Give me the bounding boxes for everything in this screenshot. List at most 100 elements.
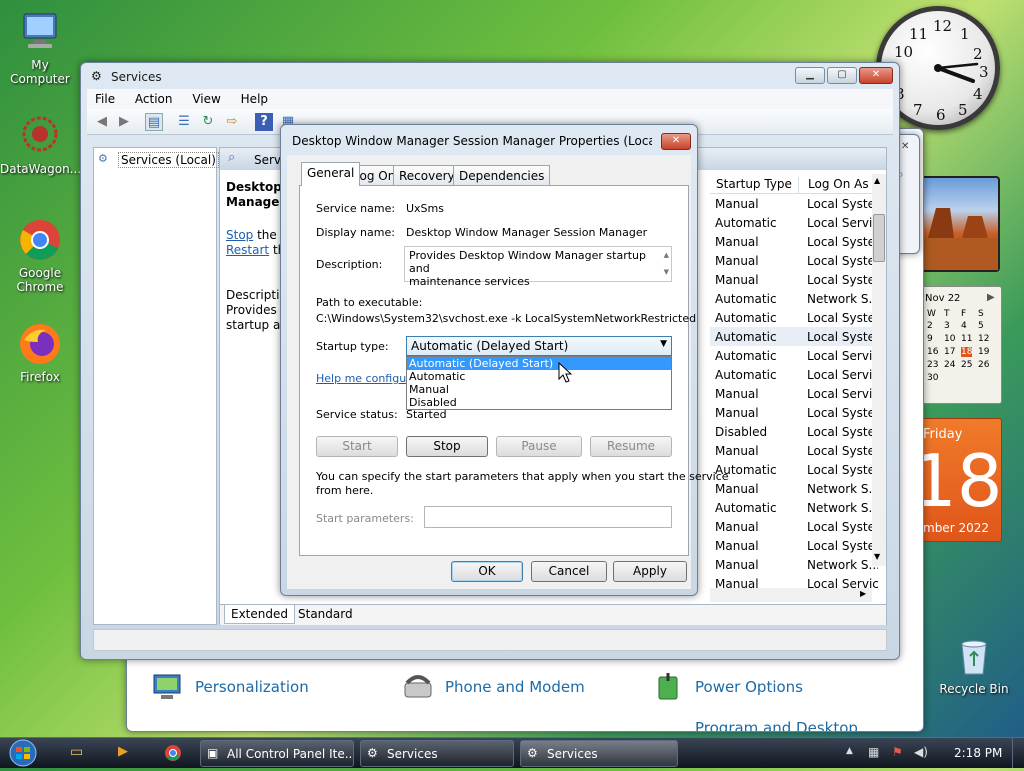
restart-service-link[interactable]: Restart [226,243,269,257]
table-row[interactable]: Automatic Network S... [710,289,878,308]
forward-arrow-icon[interactable]: ▶ [115,113,133,131]
table-row[interactable]: Manual Local Syste... [710,441,878,460]
volume-icon[interactable]: ◀) [914,745,928,759]
desktop-icon-google-chrome[interactable]: Google Chrome [0,218,80,294]
table-row[interactable]: Manual Local Syste... [710,194,878,213]
desktop-icon-my-computer[interactable]: My Computer [0,10,80,86]
console-tree-icon[interactable]: ▤ [145,113,163,131]
apply-button[interactable]: Apply [613,561,687,582]
scroll-right-arrow-icon[interactable]: ▶ [860,589,866,598]
menu-action[interactable]: Action [127,89,181,109]
table-row[interactable]: Automatic Local Servic [710,346,878,365]
action-center-icon[interactable]: ⚑ [892,745,903,759]
explorer-icon[interactable]: ▭ [70,744,83,760]
table-row[interactable]: Manual Local Syste... [710,536,878,555]
back-arrow-icon[interactable]: ◀ [93,113,111,131]
menu-help[interactable]: Help [233,89,276,109]
desktop-icon-label: Firefox [20,370,60,384]
services-titlebar[interactable]: ⚙ Services [81,63,899,89]
task-control-panel[interactable]: ▣ All Control Panel Ite... [200,740,354,767]
table-row[interactable]: Manual Local Servic [710,384,878,403]
startup-type-dropdown[interactable]: Automatic (Delayed Start) Automatic Manu… [406,356,672,410]
menu-file[interactable]: File [87,89,123,109]
date-gadget[interactable]: Friday 18 mber 2022 [911,418,1003,542]
properties-icon[interactable]: ☰ [175,113,193,131]
start-params-input[interactable] [424,506,672,528]
chrome-taskbar-icon[interactable] [164,744,182,765]
close-button[interactable]: ✕ [859,67,893,84]
table-row[interactable]: Manual Local Syste... [710,232,878,251]
ok-button[interactable]: OK [451,561,523,582]
column-startup-type[interactable]: Startup Type [716,177,792,191]
tab-general[interactable]: General [301,162,361,186]
table-row[interactable]: Manual Local Syste... [710,403,878,422]
column-log-on-as[interactable]: Log On As [808,177,869,191]
start-button[interactable]: Start [316,436,398,457]
show-hidden-icons-icon[interactable]: ▲ [846,746,853,756]
personalization-item[interactable]: Personalization [151,669,309,706]
horizontal-scrollbar[interactable]: ▶ [710,588,872,602]
refresh-icon[interactable]: ↻ [199,113,217,131]
properties-dialog[interactable]: Desktop Window Manager Session Manager P… [280,124,729,596]
stop-button[interactable]: Stop [406,436,488,457]
log-on-as-cell: Network S... [807,501,878,515]
resume-button[interactable]: Resume [590,436,672,457]
system-clock[interactable]: 2:18 PM [954,746,1002,760]
scroll-up-arrow-icon[interactable]: ▲ [664,249,669,262]
close-icon[interactable]: ✕ [901,141,909,152]
table-row[interactable]: AutomaticLocal Syste... [710,308,878,327]
scroll-down-arrow-icon[interactable]: ▼ [874,552,880,561]
option-automatic[interactable]: Automatic [407,370,671,383]
desktop-icon-firefox[interactable]: Firefox [0,322,80,384]
tab-dependencies[interactable]: Dependencies [453,165,551,185]
dialog-close-button[interactable]: ✕ [661,133,691,150]
minimize-button[interactable]: ▁ [795,67,825,84]
table-row[interactable]: Manual Network S... [710,479,878,498]
table-row[interactable]: Manual Local Syste... [710,517,878,536]
next-month-arrow-icon[interactable]: ▶ [987,292,995,303]
tab-recovery[interactable]: Recovery [393,165,461,185]
scroll-up-arrow-icon[interactable]: ▲ [874,176,880,185]
desktop-icon-recycle-bin[interactable]: Recycle Bin [934,634,1014,696]
menu-view[interactable]: View [184,89,228,109]
network-icon[interactable]: ▦ [868,745,879,759]
task-services-2[interactable]: ⚙ Services [520,740,678,767]
cancel-button[interactable]: Cancel [531,561,607,582]
table-row[interactable]: Automatic Local Servic [710,213,878,232]
stop-service-link[interactable]: Stop [226,228,253,242]
task-services-1[interactable]: ⚙ Services [360,740,514,767]
tree-item-services-local[interactable]: Services (Local) [118,152,219,168]
description-box[interactable]: Provides Desktop Window Manager startup … [404,246,672,288]
table-row[interactable]: Disabled Local Syste... [710,422,878,441]
phone-and-modem-item[interactable]: Phone and Modem [401,669,585,706]
scrollbar-thumb[interactable] [873,214,885,262]
show-desktop-button[interactable] [1012,738,1024,768]
table-row[interactable]: Manual Local Syste... [710,270,878,289]
scroll-down-arrow-icon[interactable]: ▼ [664,266,669,279]
media-player-icon[interactable]: ▶ [118,744,128,759]
startup-type-select[interactable]: Automatic (Delayed Start) ▼ [406,336,672,356]
table-row[interactable]: AutomaticLocal Syste... [710,460,878,479]
option-manual[interactable]: Manual [407,383,671,396]
table-row[interactable]: Manual Local Syste... [710,251,878,270]
option-automatic-delayed[interactable]: Automatic (Delayed Start) [407,357,671,370]
vertical-scrollbar[interactable]: ▲ ▼ [872,174,886,566]
chevron-down-icon[interactable]: ▼ [660,339,667,349]
table-row[interactable]: Automatic Local Servic [710,365,878,384]
tab-standard[interactable]: Standard [292,605,359,623]
calendar-gadget[interactable]: Nov 22 ▶ W T F S 2 3 4 5 9 10 11 12 16 17 18 19 23 24 25 26… [920,286,1002,404]
option-disabled[interactable]: Disabled [407,396,671,409]
pause-button[interactable]: Pause [496,436,582,457]
export-list-icon[interactable]: ⇨ [223,113,241,131]
tab-extended[interactable]: Extended [224,605,295,624]
table-row[interactable]: Manual Network S... [710,555,878,574]
table-row[interactable]: AutomaticLocal Syste... [710,327,878,346]
table-row[interactable]: Automatic Network S... [710,498,878,517]
maximize-button[interactable]: ▢ [827,67,857,84]
desktop-icon-datawagon[interactable]: DataWagon... [0,114,81,176]
slideshow-gadget[interactable] [920,176,1000,272]
calendar-cell: 24 [944,360,956,370]
power-options-item[interactable]: Power Options [651,669,803,706]
start-button[interactable] [6,738,44,768]
help-icon[interactable]: ? [255,113,273,131]
